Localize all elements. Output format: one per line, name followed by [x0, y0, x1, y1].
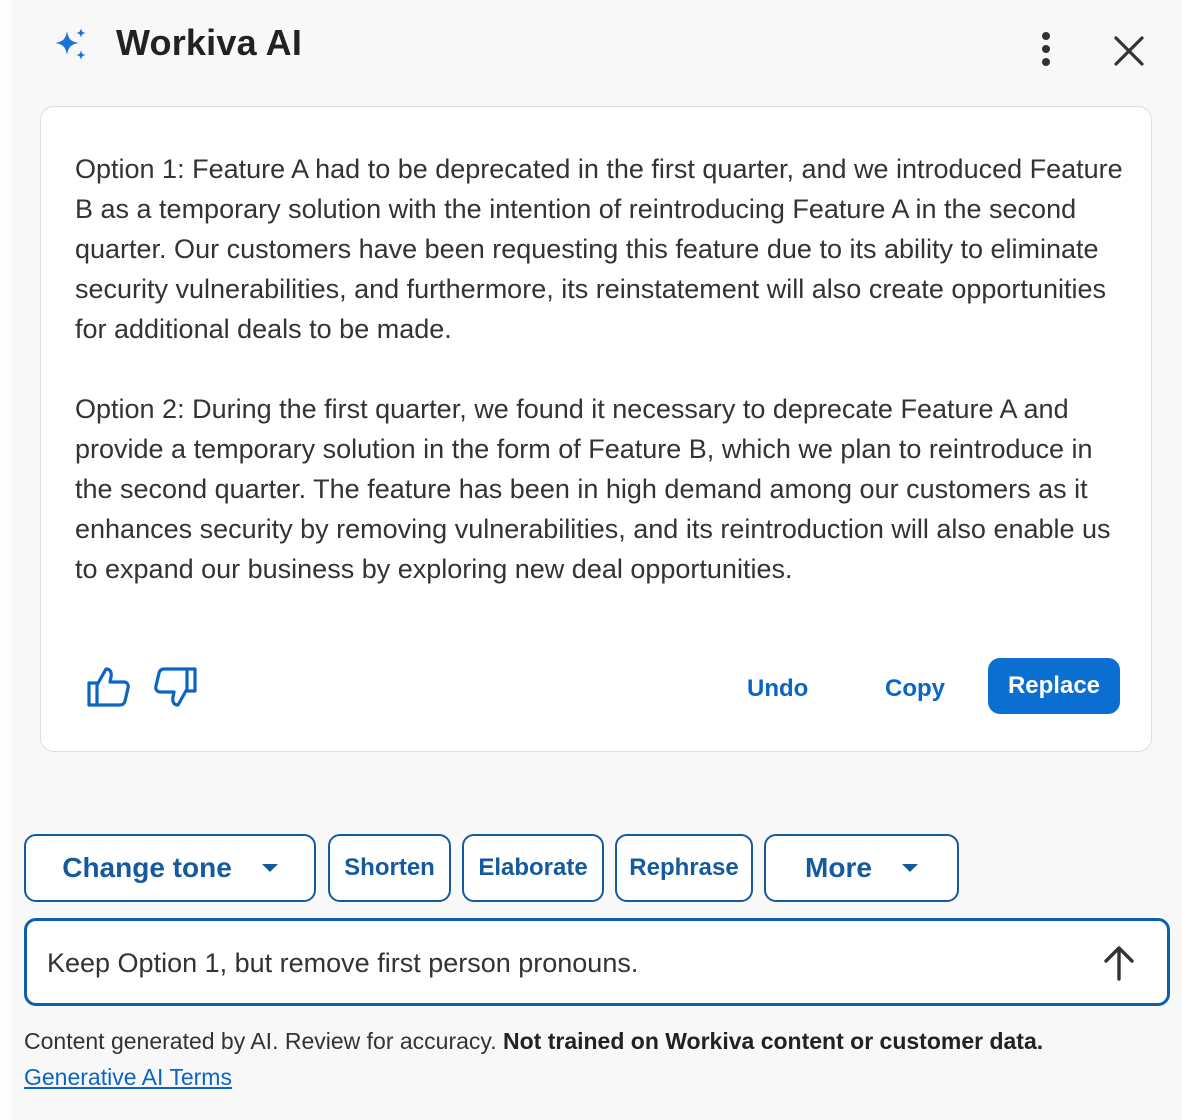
close-icon — [1114, 36, 1144, 66]
chevron-down-icon — [901, 864, 918, 872]
elaborate-label: Elaborate — [478, 854, 588, 881]
chevron-down-icon — [261, 864, 278, 872]
thumbs-down-button[interactable] — [151, 663, 199, 711]
response-text: Option 1: Feature A had to be deprecated… — [75, 149, 1125, 589]
disclaimer-bold-text: Not trained on Workiva content or custom… — [503, 1028, 1044, 1054]
send-button[interactable] — [1097, 941, 1141, 985]
rephrase-button[interactable]: Rephrase — [615, 834, 753, 902]
more-options-button[interactable] — [1024, 30, 1068, 74]
response-card: Option 1: Feature A had to be deprecated… — [40, 106, 1152, 752]
prompt-box — [24, 918, 1170, 1006]
thumbs-down-icon — [154, 667, 197, 707]
left-edge-strip — [0, 0, 12, 1120]
response-option-2: Option 2: During the first quarter, we f… — [75, 394, 1111, 584]
copy-button[interactable]: Copy — [885, 667, 945, 711]
sparkle-icon — [52, 26, 90, 64]
prompt-input[interactable] — [47, 939, 1067, 987]
shorten-label: Shorten — [344, 854, 435, 881]
undo-button[interactable]: Undo — [747, 667, 808, 711]
more-label: More — [805, 852, 872, 883]
rephrase-label: Rephrase — [629, 854, 739, 881]
elaborate-button[interactable]: Elaborate — [462, 834, 604, 902]
panel-header: Workiva AI — [12, 0, 1182, 100]
close-button[interactable] — [1108, 30, 1152, 74]
kebab-menu-icon — [1042, 32, 1050, 66]
change-tone-dropdown[interactable]: Change tone — [24, 834, 316, 902]
ai-disclaimer: Content generated by AI. Review for accu… — [24, 1026, 1043, 1056]
workiva-ai-panel: Workiva AI Option 1: Feature A had to be… — [12, 0, 1182, 1120]
shorten-button[interactable]: Shorten — [328, 834, 451, 902]
disclaimer-text: Content generated by AI. Review for accu… — [24, 1028, 503, 1054]
replace-button[interactable]: Replace — [988, 658, 1120, 714]
arrow-up-icon — [1104, 946, 1134, 981]
thumbs-up-icon — [87, 667, 130, 707]
panel-title: Workiva AI — [116, 22, 303, 63]
change-tone-label: Change tone — [62, 852, 232, 883]
thumbs-up-button[interactable] — [85, 663, 133, 711]
response-option-1: Option 1: Feature A had to be deprecated… — [75, 154, 1123, 344]
more-dropdown[interactable]: More — [764, 834, 959, 902]
generative-ai-terms-link[interactable]: Generative AI Terms — [24, 1062, 232, 1092]
